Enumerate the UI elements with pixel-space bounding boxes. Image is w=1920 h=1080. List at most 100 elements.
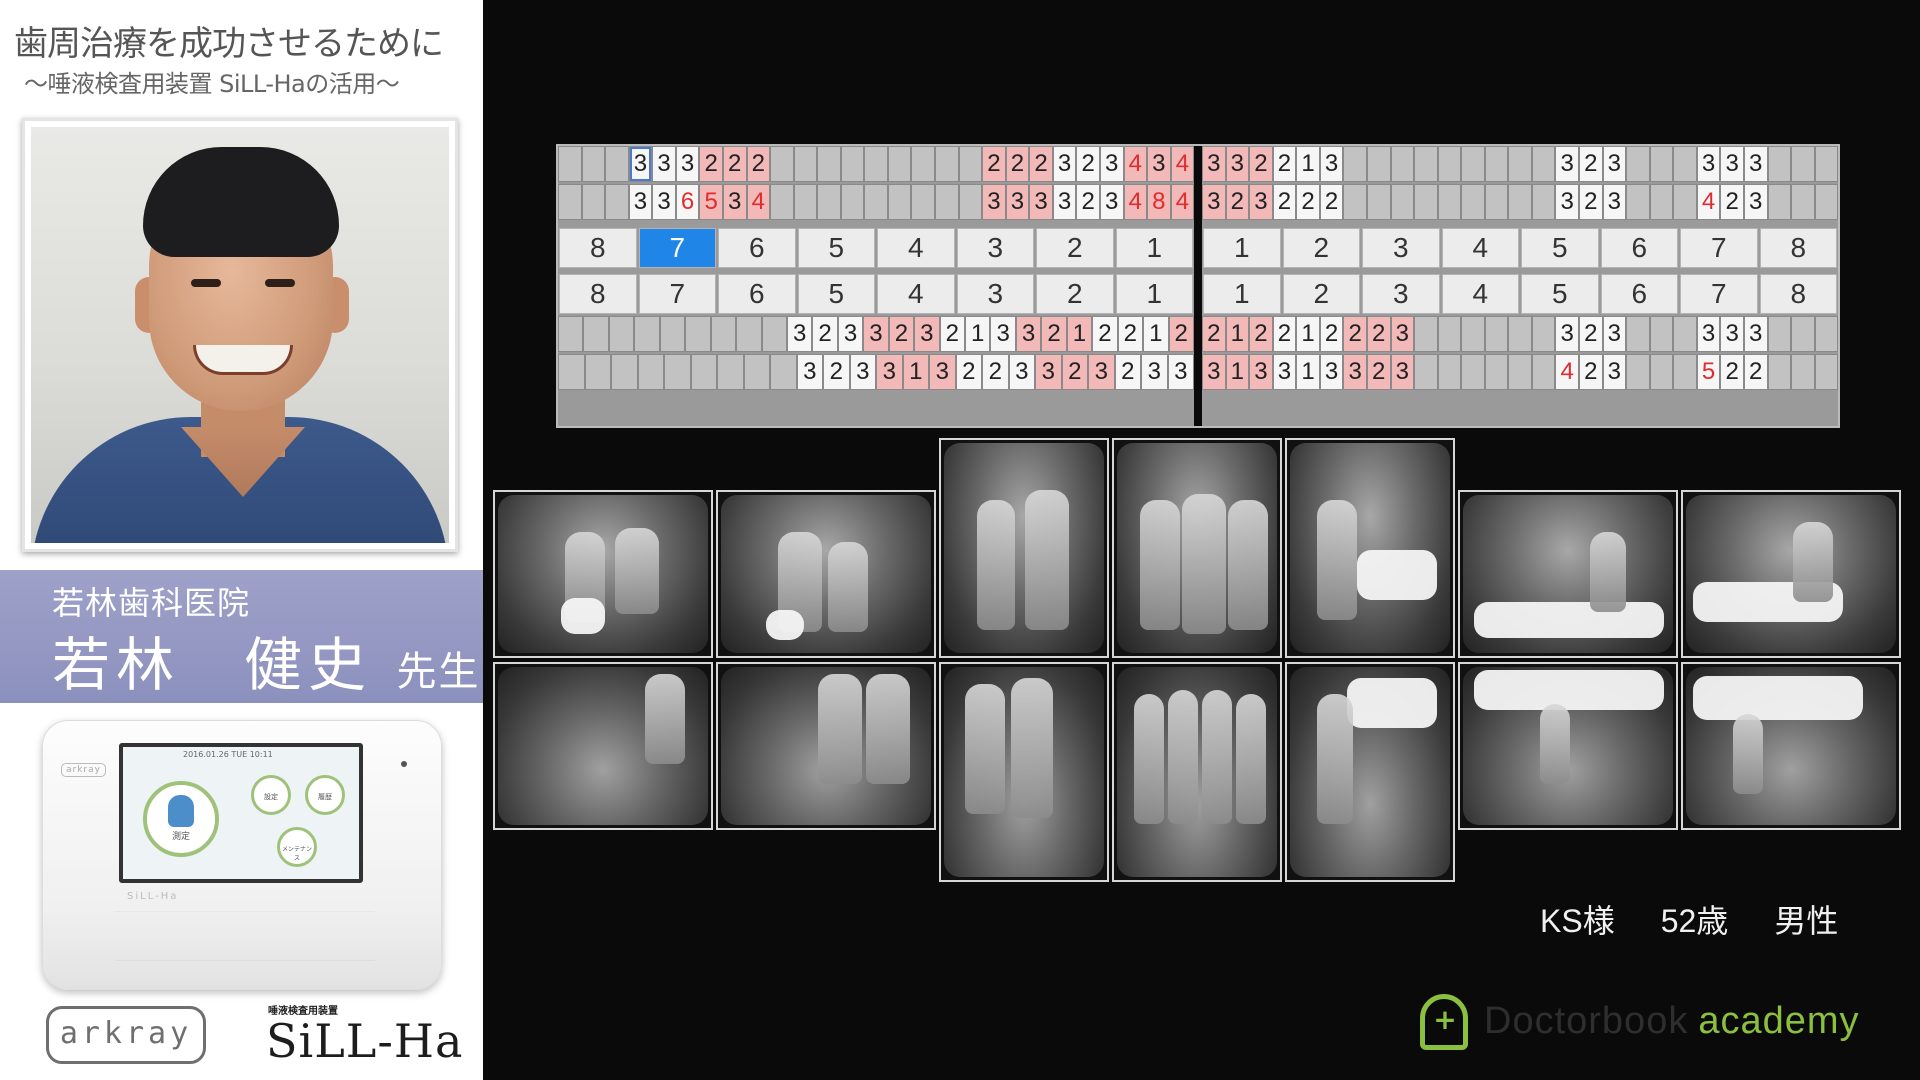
pocket-depth-cell[interactable] xyxy=(1461,354,1485,390)
pocket-depth-cell[interactable]: 3 xyxy=(786,316,813,352)
pocket-depth-cell[interactable]: 2 xyxy=(1319,184,1344,220)
tooth-number-cell[interactable]: 5 xyxy=(1521,228,1599,268)
tooth-number-cell[interactable]: 6 xyxy=(718,274,796,314)
pocket-depth-cell[interactable]: 1 xyxy=(1225,354,1250,390)
pocket-depth-cell[interactable] xyxy=(1531,354,1556,390)
pocket-depth-cell[interactable] xyxy=(1437,146,1462,182)
xray-lower-right-canine[interactable] xyxy=(939,662,1109,882)
pocket-depth-cell[interactable] xyxy=(637,354,664,390)
pocket-depth-cell[interactable]: 3 xyxy=(1390,316,1415,352)
pocket-depth-cell[interactable] xyxy=(1814,184,1839,220)
pocket-depth-cell[interactable] xyxy=(1649,354,1674,390)
pocket-depth-cell[interactable]: 2 xyxy=(812,316,838,352)
pocket-depth-cell[interactable]: 2 xyxy=(1296,184,1320,220)
pocket-depth-cell[interactable] xyxy=(717,354,744,390)
tooth-number-cell[interactable]: 6 xyxy=(1600,228,1678,268)
pocket-depth-cell[interactable] xyxy=(1366,146,1391,182)
pocket-depth-cell[interactable]: 4 xyxy=(1170,184,1195,220)
tooth-number-cell[interactable]: 2 xyxy=(1036,228,1114,268)
pocket-depth-cell[interactable]: 3 xyxy=(1088,354,1115,390)
pocket-depth-cell[interactable] xyxy=(793,146,818,182)
pocket-depth-cell[interactable] xyxy=(911,146,935,182)
pocket-depth-cell[interactable]: 3 xyxy=(1319,354,1344,390)
pocket-depth-cell[interactable] xyxy=(605,184,629,220)
pocket-depth-cell[interactable] xyxy=(817,146,841,182)
pocket-depth-cell[interactable]: 3 xyxy=(1202,184,1226,220)
pocket-depth-cell[interactable] xyxy=(1508,354,1532,390)
pocket-depth-cell[interactable]: 3 xyxy=(652,184,676,220)
pocket-depth-cell[interactable] xyxy=(1343,184,1367,220)
pocket-depth-cell[interactable]: 2 xyxy=(1114,354,1141,390)
pocket-depth-cell[interactable]: 2 xyxy=(1579,354,1603,390)
pocket-depth-cell[interactable] xyxy=(690,354,717,390)
pocket-depth-cell[interactable]: 3 xyxy=(1141,354,1168,390)
pocket-depth-cell[interactable]: 3 xyxy=(652,146,676,182)
tooth-number-cell[interactable]: 4 xyxy=(877,274,955,314)
pocket-depth-cell[interactable]: 2 xyxy=(1272,316,1297,352)
pocket-depth-cell[interactable]: 3 xyxy=(1696,316,1721,352)
pocket-depth-cell[interactable]: 2 xyxy=(1579,184,1603,220)
pocket-depth-cell[interactable]: 3 xyxy=(1052,184,1077,220)
pocket-depth-cell[interactable]: 2 xyxy=(722,146,747,182)
pocket-depth-cell[interactable] xyxy=(1531,184,1556,220)
pocket-depth-cell[interactable]: 6 xyxy=(675,184,700,220)
pocket-depth-cell[interactable] xyxy=(1649,316,1674,352)
pocket-depth-cell[interactable]: 1 xyxy=(902,354,929,390)
pocket-depth-cell[interactable]: 3 xyxy=(1743,146,1768,182)
pocket-depth-cell[interactable] xyxy=(958,146,983,182)
pocket-depth-cell[interactable] xyxy=(1531,316,1556,352)
pocket-depth-cell[interactable]: 3 xyxy=(1202,146,1226,182)
pocket-depth-cell[interactable] xyxy=(840,146,865,182)
pocket-depth-cell[interactable]: 1 xyxy=(1296,354,1320,390)
pocket-depth-cell[interactable]: 3 xyxy=(1343,354,1367,390)
pocket-depth-cell[interactable]: 3 xyxy=(1555,316,1579,352)
pocket-depth-cell[interactable] xyxy=(583,316,609,352)
pocket-depth-cell[interactable]: 2 xyxy=(746,146,771,182)
pocket-depth-cell[interactable] xyxy=(1414,316,1438,352)
pocket-depth-cell[interactable]: 2 xyxy=(1579,146,1603,182)
pocket-depth-cell[interactable]: 3 xyxy=(1555,184,1579,220)
pocket-depth-cell[interactable] xyxy=(840,184,865,220)
pocket-depth-cell[interactable]: 3 xyxy=(982,184,1006,220)
pocket-depth-cell[interactable] xyxy=(1390,146,1415,182)
pocket-depth-cell[interactable]: 2 xyxy=(1092,316,1118,352)
pocket-depth-cell[interactable]: 5 xyxy=(1696,354,1721,390)
pocket-depth-cell[interactable] xyxy=(864,184,888,220)
pocket-depth-cell[interactable] xyxy=(743,354,770,390)
tooth-number-cell[interactable]: 1 xyxy=(1203,274,1281,314)
pocket-depth-cell[interactable]: 3 xyxy=(863,316,889,352)
xray-upper-right-molar[interactable] xyxy=(493,490,713,658)
tooth-number-cell[interactable]: 2 xyxy=(1036,274,1114,314)
pocket-depth-cell[interactable] xyxy=(1484,316,1509,352)
tooth-number-cell[interactable]: 1 xyxy=(1115,228,1193,268)
pocket-depth-cell[interactable]: 2 xyxy=(823,354,850,390)
pocket-depth-cell[interactable] xyxy=(558,146,582,182)
pocket-depth-cell[interactable] xyxy=(1414,146,1438,182)
pocket-depth-cell[interactable]: 2 xyxy=(1720,354,1744,390)
tooth-number-cell[interactable]: 7 xyxy=(1680,228,1758,268)
pocket-depth-cell[interactable]: 2 xyxy=(1343,316,1367,352)
pocket-depth-cell[interactable]: 4 xyxy=(746,184,771,220)
pocket-depth-cell[interactable] xyxy=(664,354,691,390)
pocket-depth-cell[interactable]: 2 xyxy=(955,354,982,390)
pocket-depth-cell[interactable] xyxy=(1767,146,1792,182)
pocket-depth-cell[interactable]: 3 xyxy=(990,316,1016,352)
pocket-depth-cell[interactable]: 2 xyxy=(1249,316,1273,352)
pocket-depth-cell[interactable] xyxy=(1366,184,1391,220)
pocket-depth-cell[interactable] xyxy=(1414,354,1438,390)
pocket-depth-cell[interactable]: 3 xyxy=(1743,316,1768,352)
pocket-depth-cell[interactable] xyxy=(761,316,787,352)
pocket-depth-cell[interactable]: 3 xyxy=(1035,354,1062,390)
xray-lower-left-canine[interactable] xyxy=(1285,662,1455,882)
pocket-depth-cell[interactable]: 3 xyxy=(1005,184,1030,220)
pocket-depth-cell[interactable] xyxy=(793,184,818,220)
pocket-depth-cell[interactable]: 2 xyxy=(888,316,915,352)
pocket-depth-cell[interactable] xyxy=(1390,184,1415,220)
tooth-number-cell[interactable]: 8 xyxy=(559,274,637,314)
pocket-depth-cell[interactable] xyxy=(1626,184,1650,220)
pocket-depth-cell[interactable] xyxy=(1791,354,1815,390)
tooth-number-cell[interactable]: 8 xyxy=(559,228,637,268)
tooth-number-cell[interactable]: 5 xyxy=(1521,274,1599,314)
pocket-depth-cell[interactable]: 3 xyxy=(1249,354,1273,390)
pocket-depth-cell[interactable] xyxy=(1508,316,1532,352)
